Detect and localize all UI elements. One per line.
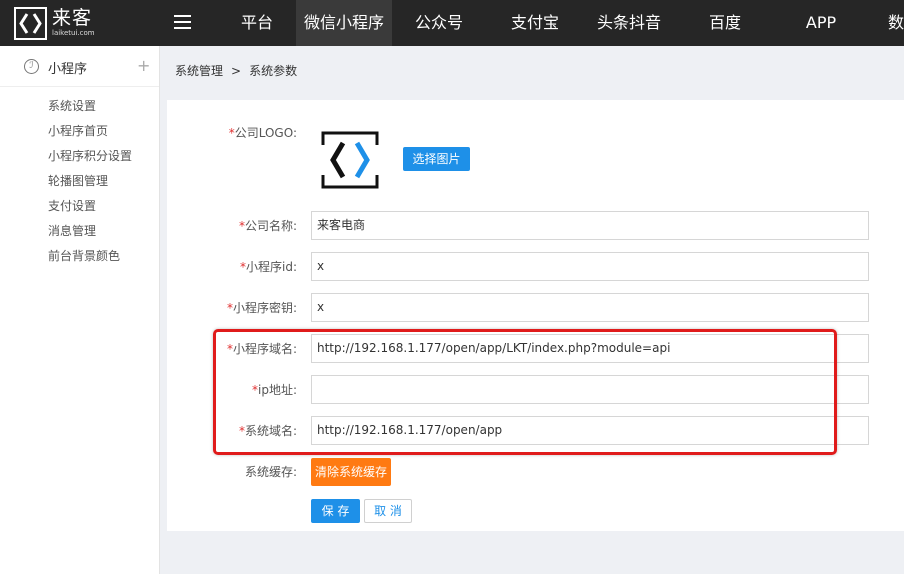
- miniapp-domain-input[interactable]: http://192.168.1.177/open/app/LKT/index.…: [311, 334, 869, 363]
- miniapp-icon: ℐ: [24, 59, 39, 74]
- nav-item-app[interactable]: APP: [776, 0, 866, 46]
- app-secret-input[interactable]: x: [311, 293, 869, 322]
- nav-item-data[interactable]: 数: [866, 0, 904, 46]
- hamburger-menu-icon[interactable]: [174, 15, 191, 29]
- breadcrumb-bar: 系统管理 > 系统参数: [160, 46, 904, 93]
- company-name-label: *公司名称:: [238, 219, 297, 233]
- ip-address-label: *ip地址:: [252, 383, 297, 397]
- company-name-input[interactable]: 来客电商: [311, 211, 869, 240]
- company-logo-preview: [321, 131, 379, 189]
- appid-label: *小程序id:: [240, 260, 297, 274]
- breadcrumb-parent[interactable]: 系统管理: [175, 64, 223, 78]
- cancel-button[interactable]: 取 消: [364, 499, 412, 523]
- settings-form-panel: *公司LOGO: 选择图片 *公司名称: 来客电商 *小程序id: x *小程序…: [167, 100, 904, 531]
- nav-item-wechat-miniapp[interactable]: 微信小程序: [296, 0, 392, 46]
- nav-item-platform[interactable]: 平台: [218, 0, 296, 46]
- sidebar-item-points-settings[interactable]: 小程序积分设置: [0, 144, 159, 169]
- sidebar-item-payment-settings[interactable]: 支付设置: [0, 194, 159, 219]
- brand-name: 来客: [52, 7, 93, 29]
- save-button[interactable]: 保 存: [311, 499, 360, 523]
- breadcrumb-separator: >: [231, 64, 242, 78]
- sidebar: ℐ 小程序 + 系统设置 小程序首页 小程序积分设置 轮播图管理 支付设置 消息…: [0, 46, 160, 574]
- top-nav: 平台 微信小程序 公众号 支付宝 头条抖音 百度 APP 数: [218, 0, 904, 46]
- nav-item-toutiao-douyin[interactable]: 头条抖音: [584, 0, 674, 46]
- sidebar-item-background-color[interactable]: 前台背景颜色: [0, 244, 159, 269]
- brand-logo[interactable]: 来客 laiketui.com: [14, 6, 95, 40]
- clear-cache-button[interactable]: 清除系统缓存: [311, 458, 391, 486]
- nav-item-baidu[interactable]: 百度: [674, 0, 776, 46]
- sidebar-item-banner-management[interactable]: 轮播图管理: [0, 169, 159, 194]
- breadcrumb-current: 系统参数: [249, 64, 298, 78]
- breadcrumb: 系统管理 > 系统参数: [175, 62, 297, 79]
- choose-image-button[interactable]: 选择图片: [403, 147, 470, 171]
- sidebar-item-miniapp-home[interactable]: 小程序首页: [0, 119, 159, 144]
- brand-domain: laiketui.com: [52, 29, 95, 37]
- sidebar-item-message-management[interactable]: 消息管理: [0, 219, 159, 244]
- ip-address-input[interactable]: [311, 375, 869, 404]
- sidebar-section-title: 小程序: [48, 62, 88, 77]
- miniapp-domain-label: *小程序域名:: [226, 342, 297, 356]
- sidebar-section-header[interactable]: ℐ 小程序 +: [0, 46, 159, 87]
- nav-item-official-account[interactable]: 公众号: [392, 0, 486, 46]
- brand-logo-mark: [14, 6, 47, 40]
- sidebar-item-system-settings[interactable]: 系统设置: [0, 94, 159, 119]
- appid-input[interactable]: x: [311, 252, 869, 281]
- nav-item-alipay[interactable]: 支付宝: [486, 0, 584, 46]
- app-secret-label: *小程序密钥:: [226, 301, 297, 315]
- expand-plus-icon[interactable]: +: [137, 56, 150, 75]
- top-navbar: 来客 laiketui.com 平台 微信小程序 公众号 支付宝 头条抖音 百度…: [0, 0, 904, 46]
- logo-label: *公司LOGO:: [228, 126, 297, 140]
- sidebar-list: 系统设置 小程序首页 小程序积分设置 轮播图管理 支付设置 消息管理 前台背景颜…: [0, 87, 159, 269]
- system-cache-label: 系统缓存:: [244, 465, 297, 479]
- system-domain-label: *系统域名:: [238, 424, 297, 438]
- system-domain-input[interactable]: http://192.168.1.177/open/app: [311, 416, 869, 445]
